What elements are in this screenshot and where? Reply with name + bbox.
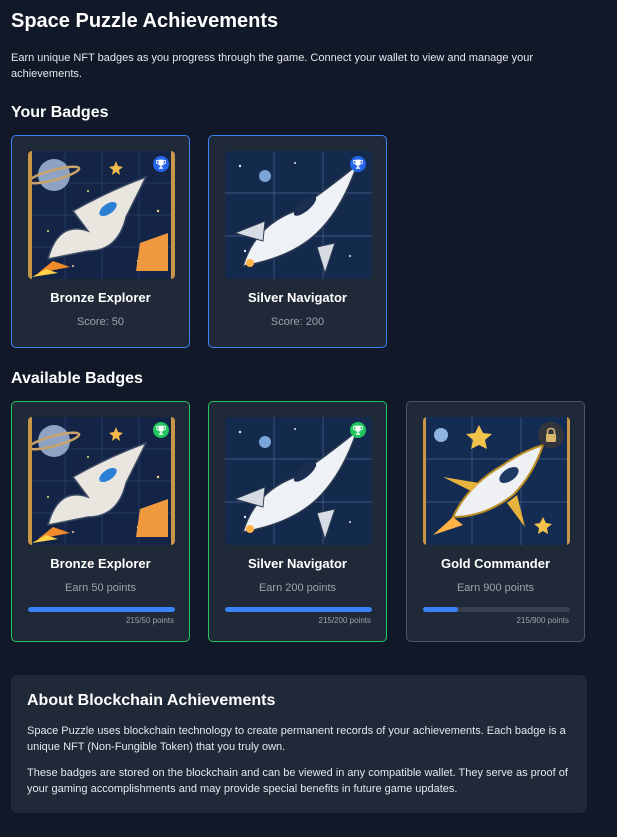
about-paragraph-1: Space Puzzle uses blockchain technology … [27, 725, 566, 753]
badge-requirement: Earn 50 points [65, 582, 136, 594]
about-section: About Blockchain Achievements Space Puzz… [11, 675, 587, 813]
progress-bar [423, 607, 570, 612]
silver-navigator-badge-image [225, 151, 372, 279]
badge-name: Bronze Explorer [50, 290, 151, 305]
progress-text: 215/200 points [318, 616, 372, 625]
bronze-explorer-badge-image [28, 417, 175, 545]
badge-requirement: Earn 900 points [456, 582, 535, 594]
owned-badge-card-bronze-explorer[interactable]: Bronze Explorer Score: 50 [11, 135, 190, 348]
badge-name: Bronze Explorer [50, 556, 151, 571]
badge-name: Silver Navigator [248, 290, 347, 305]
progress-fill [225, 607, 372, 612]
available-badge-card-bronze-explorer[interactable]: Bronze Explorer Earn 50 points 215/50 po… [11, 401, 190, 642]
trophy-icon [350, 422, 366, 438]
badge-name: Silver Navigator [248, 556, 347, 571]
trophy-icon [153, 422, 169, 438]
progress-fill [423, 607, 459, 612]
lock-icon [538, 422, 564, 448]
badge-requirement: Earn 200 points [258, 582, 337, 594]
your-badges-heading: Your Badges [11, 104, 109, 121]
page-title: Space Puzzle Achievements [11, 10, 279, 32]
trophy-icon [153, 156, 169, 172]
progress-text: 215/900 points [516, 616, 570, 625]
about-paragraph-2: These badges are stored on the blockchai… [27, 767, 568, 795]
progress-text: 215/50 points [125, 616, 174, 625]
trophy-icon [350, 156, 366, 172]
about-heading: About Blockchain Achievements [27, 692, 276, 709]
bronze-explorer-badge-image [28, 151, 175, 279]
page-intro: Earn unique NFT badges as you progress t… [11, 52, 533, 80]
available-badge-card-silver-navigator[interactable]: Silver Navigator Earn 200 points 215/200… [208, 401, 387, 642]
silver-navigator-badge-image [225, 417, 372, 545]
available-badges-heading: Available Badges [11, 370, 143, 387]
progress-fill [28, 607, 175, 612]
badge-score: Score: 200 [270, 316, 325, 328]
progress-bar [225, 607, 372, 612]
owned-badge-card-silver-navigator[interactable]: Silver Navigator Score: 200 [208, 135, 387, 348]
badge-score: Score: 50 [76, 316, 125, 328]
gold-commander-badge-image [423, 417, 570, 545]
badge-name: Gold Commander [440, 556, 551, 571]
available-badge-card-gold-commander[interactable]: Gold Commander Earn 900 points 215/900 p… [406, 401, 585, 642]
progress-bar [28, 607, 175, 612]
